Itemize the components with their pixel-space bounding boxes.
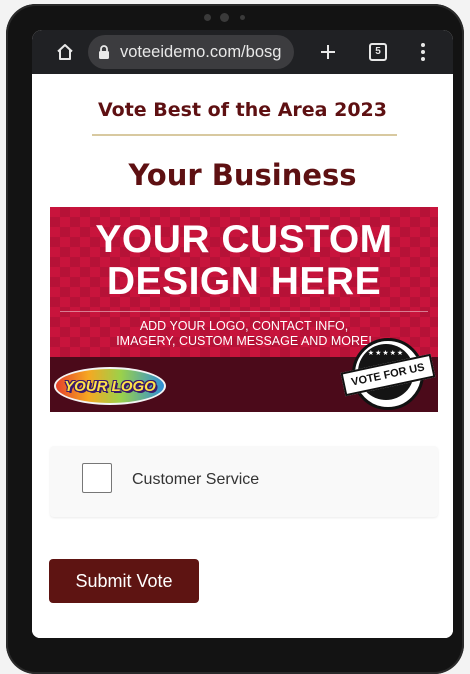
lock-icon	[98, 44, 114, 60]
home-icon[interactable]	[50, 37, 80, 67]
url-text: voteeidemo.com/bosg	[120, 42, 282, 61]
banner-headline: YOUR CUSTOM DESIGN HERE	[95, 218, 393, 303]
logo-text: YOUR LOGO	[64, 377, 156, 395]
address-bar[interactable]: voteeidemo.com/bosg	[88, 35, 294, 69]
contest-title: Vote Best of the Area 2023	[98, 99, 387, 121]
category-option: Customer Service	[50, 446, 438, 517]
plus-icon[interactable]	[313, 37, 343, 67]
tab-count: 5	[369, 43, 387, 61]
promo-banner: YOUR CUSTOM DESIGN HERE ADD YOUR LOGO, C…	[50, 207, 438, 412]
sensor-dot	[204, 14, 211, 21]
business-name: Your Business	[128, 158, 357, 192]
tab-switcher-icon[interactable]: 5	[363, 37, 393, 67]
vote-seal: ★★★★★ VOTE FOR US	[340, 332, 436, 412]
seal-stars: ★★★★★	[367, 349, 405, 357]
submit-vote-button[interactable]: Submit Vote	[49, 559, 199, 603]
tablet-screen: voteeidemo.com/bosg 5 Vote Best of the A…	[32, 30, 453, 638]
title-divider	[92, 134, 397, 136]
browser-toolbar: voteeidemo.com/bosg 5	[32, 30, 453, 74]
camera-area	[6, 10, 464, 26]
category-label: Customer Service	[132, 471, 260, 488]
front-camera	[220, 13, 229, 22]
vote-page: Vote Best of the Area 2023 Your Business…	[32, 74, 453, 638]
more-vertical-icon[interactable]	[408, 37, 438, 67]
banner-divider	[60, 311, 428, 312]
sensor-dot	[240, 15, 245, 20]
logo-badge: YOUR LOGO	[54, 367, 166, 405]
customer-service-checkbox[interactable]	[82, 463, 112, 493]
tablet-frame: voteeidemo.com/bosg 5 Vote Best of the A…	[6, 4, 464, 674]
